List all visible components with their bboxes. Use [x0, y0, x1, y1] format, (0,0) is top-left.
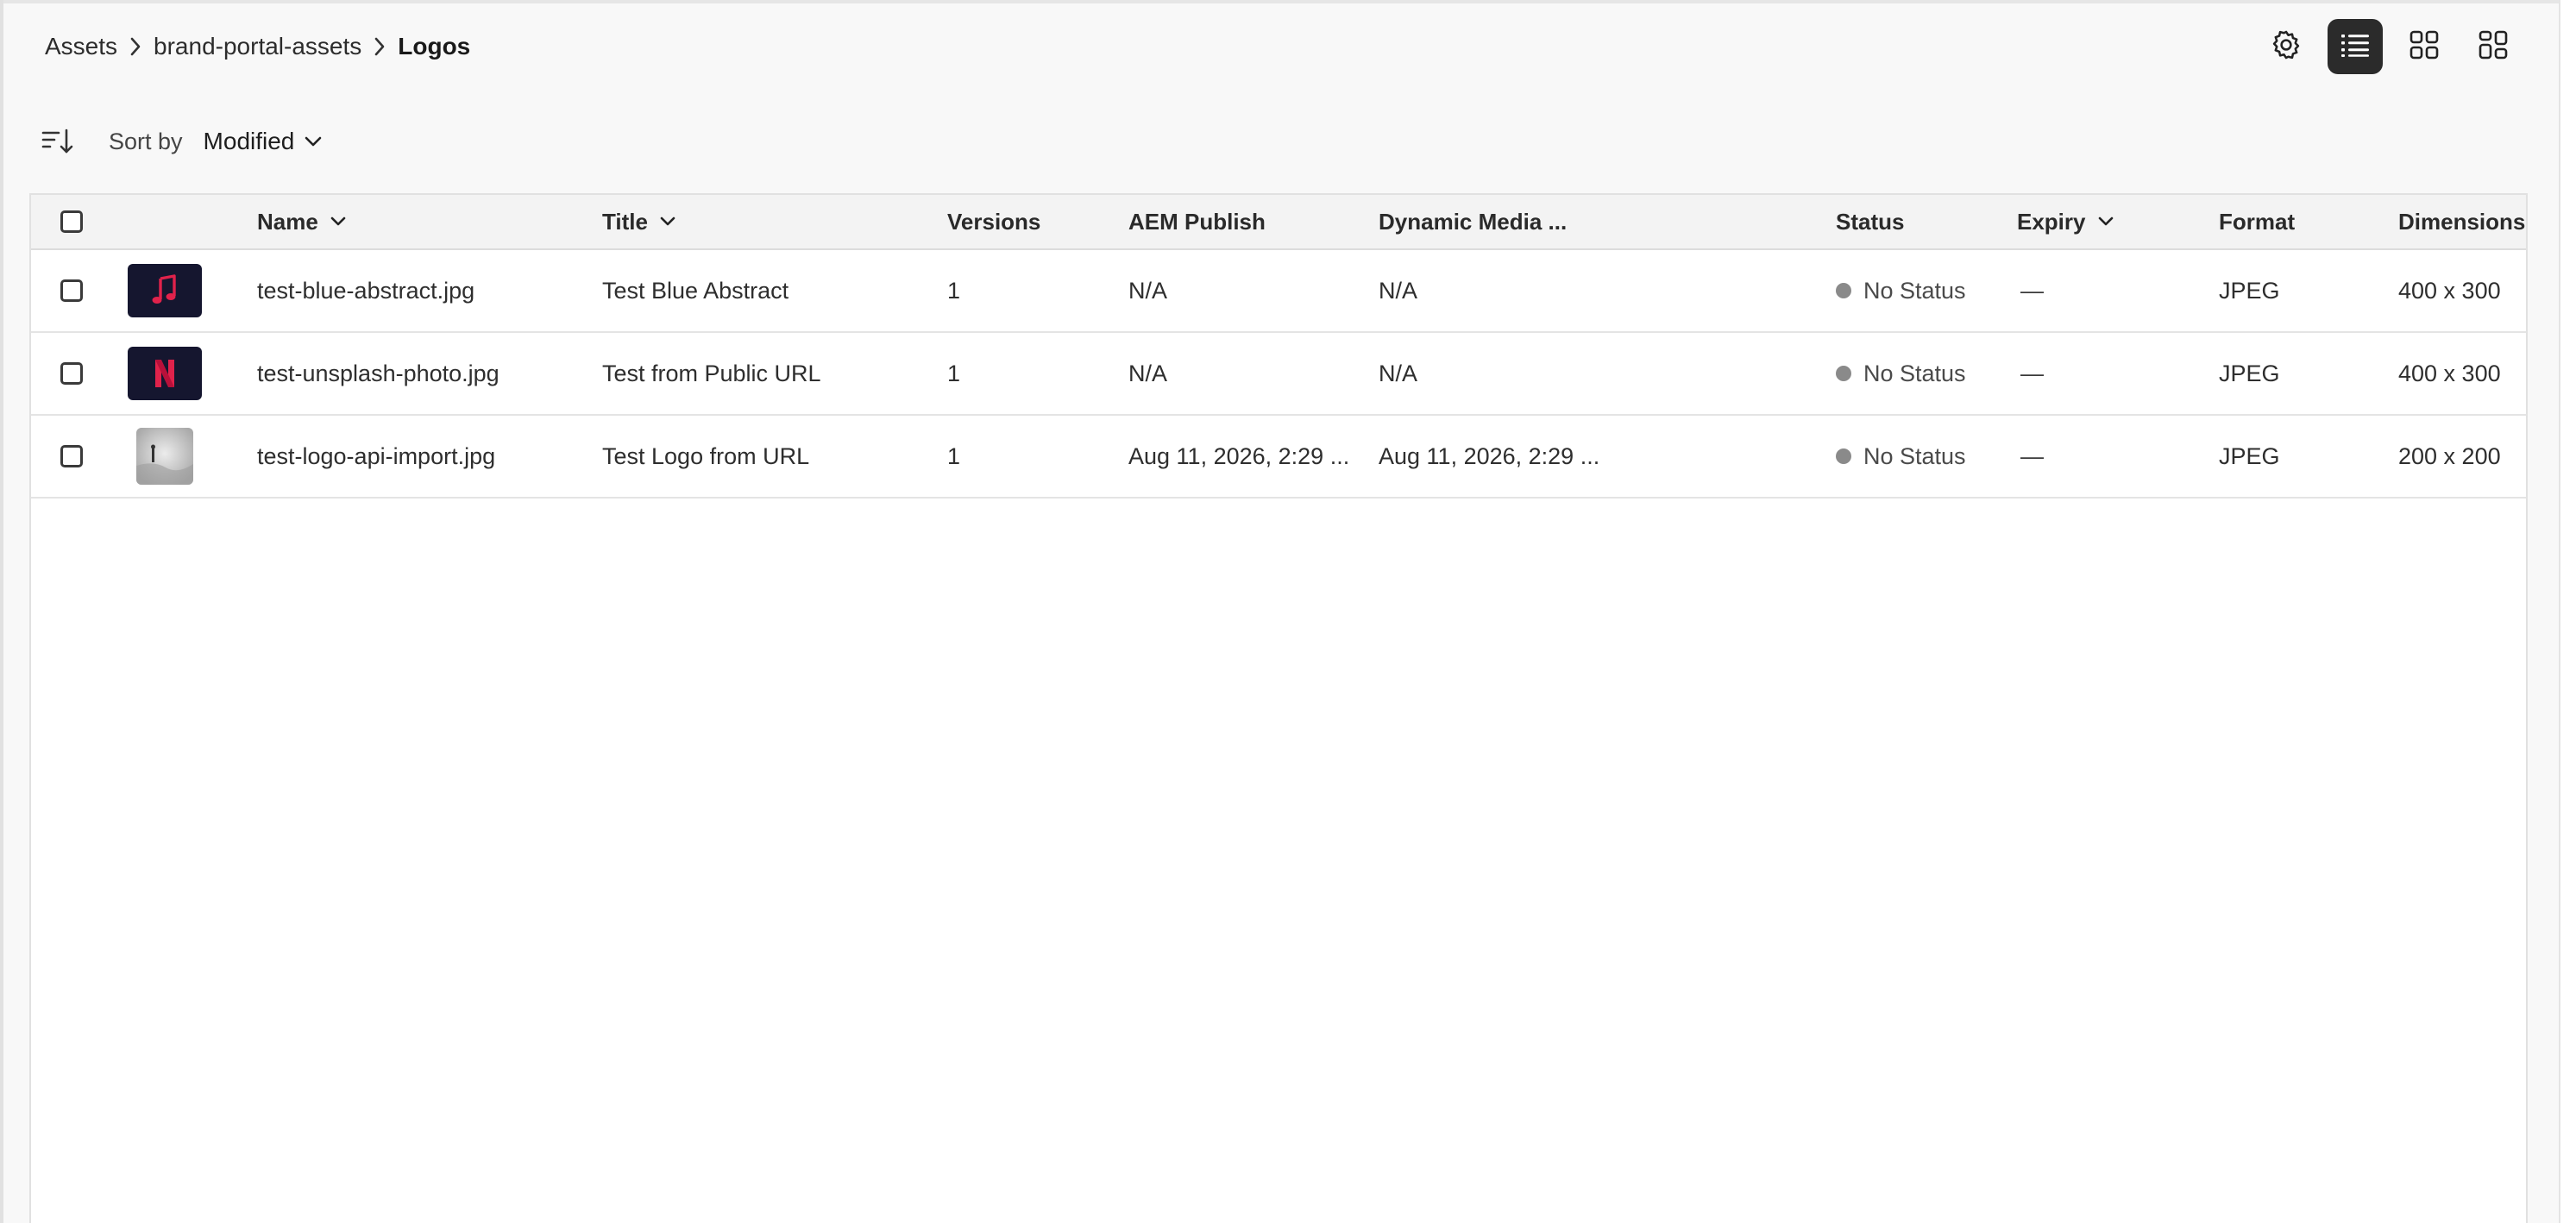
column-header-dimensions: Dimensions — [2398, 208, 2526, 235]
asset-dynamic-media: Aug 11, 2026, 2:29 ... — [1379, 442, 1600, 469]
asset-versions: 1 — [947, 277, 961, 304]
column-header-expiry[interactable]: Expiry — [2017, 195, 2114, 248]
column-header-dynamic-media: Dynamic Media ... — [1379, 208, 1568, 235]
grid-view-button[interactable] — [2397, 19, 2452, 74]
row-checkbox[interactable] — [60, 445, 83, 467]
column-header-expiry-label: Expiry — [2017, 208, 2086, 235]
column-header-versions: Versions — [947, 208, 1041, 235]
asset-dimensions: 200 x 200 — [2398, 442, 2501, 469]
asset-expiry: — — [2020, 442, 2044, 469]
asset-status: No Status — [1836, 333, 1966, 414]
select-all-checkbox[interactable] — [60, 210, 83, 233]
sort-order-button[interactable] — [40, 123, 76, 160]
assets-table: Name Title Versions AEM Publish Dynamic … — [29, 193, 2528, 1223]
table-header: Name Title Versions AEM Publish Dynamic … — [31, 195, 2526, 250]
sort-bar: Sort by Modified — [40, 122, 322, 160]
chevron-down-icon — [2098, 216, 2113, 226]
column-header-aem-publish: AEM Publish — [1128, 208, 1266, 235]
table-row[interactable]: test-blue-abstract.jpg Test Blue Abstrac… — [31, 250, 2526, 333]
n-letter-logo-icon — [155, 360, 174, 387]
asset-versions: 1 — [947, 442, 961, 469]
chevron-down-icon — [305, 136, 322, 147]
music-note-logo-icon — [152, 274, 176, 304]
breadcrumb-item-brand-portal-assets[interactable]: brand-portal-assets — [154, 33, 361, 60]
asset-format: JPEG — [2219, 360, 2280, 386]
column-header-format: Format — [2219, 208, 2296, 235]
row-select-cell — [60, 416, 83, 497]
row-select-cell — [60, 250, 83, 331]
chevron-right-icon — [124, 29, 147, 64]
sort-descending-icon — [41, 129, 73, 154]
grayscale-photo-icon — [136, 428, 193, 485]
list-view-button[interactable] — [2328, 19, 2383, 74]
status-dot-icon — [1836, 283, 1851, 298]
asset-title: Test from Public URL — [602, 360, 821, 386]
asset-aem-publish: N/A — [1128, 360, 1168, 386]
select-all-cell — [60, 195, 83, 248]
thumbnail-cell — [128, 416, 193, 497]
asset-versions: 1 — [947, 360, 961, 386]
settings-button[interactable] — [2259, 19, 2314, 74]
row-checkbox[interactable] — [60, 362, 83, 385]
row-select-cell — [60, 333, 83, 414]
asset-thumbnail[interactable] — [128, 264, 202, 317]
sort-by-value: Modified — [203, 128, 295, 154]
table-row[interactable]: test-unsplash-photo.jpg Test from Public… — [31, 333, 2526, 416]
masonry-view-icon — [2478, 29, 2509, 65]
asset-dynamic-media: N/A — [1379, 360, 1418, 386]
asset-dimensions: 400 x 300 — [2398, 360, 2501, 386]
asset-aem-publish: Aug 11, 2026, 2:29 ... — [1128, 442, 1350, 469]
breadcrumb-item-current: Logos — [398, 33, 471, 60]
status-dot-icon — [1836, 448, 1851, 464]
asset-name[interactable]: test-unsplash-photo.jpg — [257, 333, 499, 414]
table-row[interactable]: test-logo-api-import.jpg Test Logo from … — [31, 416, 2526, 499]
top-border — [0, 0, 2576, 3]
status-text: No Status — [1863, 442, 1966, 469]
asset-status: No Status — [1836, 416, 1966, 497]
thumbnail-cell — [128, 250, 202, 331]
asset-thumbnail[interactable] — [128, 347, 202, 400]
asset-format: JPEG — [2219, 277, 2280, 304]
asset-format: JPEG — [2219, 442, 2280, 469]
asset-thumbnail[interactable] — [136, 428, 193, 485]
row-checkbox[interactable] — [60, 279, 83, 302]
chevron-down-icon — [330, 216, 346, 226]
list-view-icon — [2340, 32, 2371, 62]
asset-name[interactable]: test-blue-abstract.jpg — [257, 250, 474, 331]
asset-expiry: — — [2020, 277, 2044, 304]
gear-icon — [2270, 28, 2303, 66]
asset-status: No Status — [1836, 250, 1966, 331]
column-header-name-label: Name — [257, 208, 318, 235]
status-dot-icon — [1836, 366, 1851, 381]
column-header-title-label: Title — [602, 208, 648, 235]
grid-view-icon — [2409, 29, 2440, 65]
column-header-title[interactable]: Title — [602, 195, 675, 248]
masonry-view-button[interactable] — [2466, 19, 2521, 74]
breadcrumb: Assets brand-portal-assets Logos — [45, 29, 470, 64]
asset-title: Test Logo from URL — [602, 442, 810, 469]
asset-dynamic-media: N/A — [1379, 277, 1418, 304]
asset-name[interactable]: test-logo-api-import.jpg — [257, 416, 495, 497]
chevron-down-icon — [660, 216, 675, 226]
column-header-status: Status — [1836, 208, 1905, 235]
asset-aem-publish: N/A — [1128, 277, 1168, 304]
status-text: No Status — [1863, 277, 1966, 304]
status-text: No Status — [1863, 360, 1966, 386]
asset-expiry: — — [2020, 360, 2044, 386]
sort-by-label: Sort by — [109, 128, 183, 154]
asset-title: Test Blue Abstract — [602, 277, 789, 304]
asset-dimensions: 400 x 300 — [2398, 277, 2501, 304]
sort-by-dropdown[interactable]: Modified — [204, 128, 323, 155]
breadcrumb-item-assets[interactable]: Assets — [45, 33, 117, 60]
thumbnail-cell — [128, 333, 202, 414]
scrollbar-track[interactable] — [2559, 0, 2576, 1223]
chevron-right-icon — [368, 29, 391, 64]
column-header-name[interactable]: Name — [257, 195, 346, 248]
left-border — [0, 0, 3, 1223]
